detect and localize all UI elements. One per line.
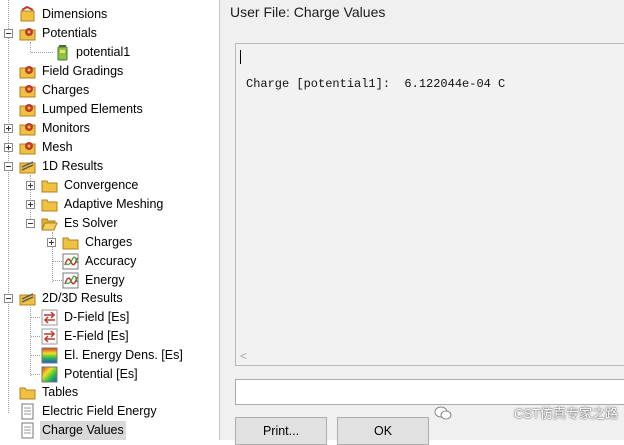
- open-folder-icon: [41, 218, 58, 231]
- expand-toggle[interactable]: [4, 143, 13, 152]
- tree-item-label: potential1: [76, 45, 131, 59]
- charge-output-line: Charge [potential1]: 6.122044e-04 C: [246, 77, 506, 91]
- tree-item-dimensions[interactable]: Dimensions: [0, 5, 219, 24]
- tree-item-label: Mesh: [42, 140, 73, 154]
- gear-folder-icon: [19, 142, 36, 155]
- tree-item-es-charges[interactable]: Charges: [0, 233, 219, 252]
- dimensions-icon: [20, 6, 35, 22]
- tree-item-adaptive-meshing[interactable]: Adaptive Meshing: [0, 195, 219, 214]
- tree-item-charges[interactable]: Charges: [0, 81, 219, 100]
- ok-button[interactable]: OK: [337, 417, 429, 445]
- gear-folder-icon: [19, 85, 36, 98]
- expand-toggle[interactable]: [4, 124, 13, 133]
- tree-item-es-solver[interactable]: Es Solver: [0, 214, 219, 233]
- tree-item-label: Es Solver: [64, 216, 118, 230]
- tree-item-label: Adaptive Meshing: [64, 197, 164, 211]
- tree-item-charge-values[interactable]: Charge Values: [0, 421, 219, 440]
- tree-item-potential-es[interactable]: Potential [Es]: [0, 365, 219, 384]
- tree-item-label: Energy: [85, 273, 125, 287]
- tree-item-el-energy-dens[interactable]: El. Energy Dens. [Es]: [0, 346, 219, 365]
- tree-item-label: 1D Results: [42, 159, 104, 173]
- watermark: CST仿真专家之路: [513, 406, 618, 421]
- tree-item-potentials[interactable]: Potentials: [0, 24, 219, 43]
- scalar-field-icon: [41, 366, 58, 383]
- text-caret: [240, 50, 241, 64]
- vector-field-icon: [41, 328, 58, 345]
- tree-item-label: Potentials: [42, 26, 97, 40]
- tree-item-convergence[interactable]: Convergence: [0, 176, 219, 195]
- folder-icon: [41, 199, 58, 212]
- tree-item-accuracy[interactable]: Accuracy: [0, 252, 219, 271]
- tree-item-label: 2D/3D Results: [42, 291, 123, 305]
- tree-item-label: E-Field [Es]: [64, 329, 129, 343]
- tree-item-energy[interactable]: Energy: [0, 271, 219, 290]
- vector-field-icon: [41, 309, 58, 326]
- tree-item-label: D-Field [Es]: [64, 310, 130, 324]
- collapse-toggle[interactable]: [26, 219, 35, 228]
- output-text-area[interactable]: Charge [potential1]: 6.122044e-04 C <: [235, 43, 624, 366]
- results-icon: [19, 293, 36, 306]
- tree-item-label: Lumped Elements: [42, 102, 143, 116]
- results-icon: [19, 161, 36, 174]
- battery-icon: [57, 45, 68, 61]
- tree-item-label: Dimensions: [42, 7, 108, 21]
- print-button[interactable]: Print...: [235, 417, 327, 445]
- gear-folder-icon: [19, 104, 36, 117]
- potentials-folder-icon: [19, 28, 36, 41]
- tree-item-2d3d-results[interactable]: 2D/3D Results: [0, 289, 219, 308]
- folder-icon: [19, 387, 36, 400]
- gear-folder-icon: [19, 123, 36, 136]
- wechat-icon: [434, 406, 452, 420]
- tree-item-label: Convergence: [64, 178, 139, 192]
- tree-item-field-gradings[interactable]: Field Gradings: [0, 62, 219, 81]
- expand-toggle[interactable]: [47, 238, 56, 247]
- tree-item-label: Potential [Es]: [64, 367, 138, 381]
- tree-item-label: Accuracy: [85, 254, 137, 268]
- tree-item-potential1[interactable]: potential1: [0, 43, 219, 62]
- tree-item-mesh[interactable]: Mesh: [0, 138, 219, 157]
- tree-item-electric-field-energy[interactable]: Electric Field Energy: [0, 402, 219, 421]
- horizontal-scrollbar[interactable]: <: [236, 348, 624, 365]
- collapse-toggle[interactable]: [4, 294, 13, 303]
- tree-item-monitors[interactable]: Monitors: [0, 119, 219, 138]
- tree-item-label: Charges: [85, 235, 133, 249]
- scroll-left-arrow-icon[interactable]: <: [240, 348, 247, 365]
- tree-item-label: Tables: [42, 385, 79, 399]
- folder-icon: [41, 180, 58, 193]
- tree-item-label: Charges: [42, 83, 90, 97]
- navigation-tree: Dimensions Potentials potential1 Field G…: [0, 0, 219, 440]
- collapse-toggle[interactable]: [4, 29, 13, 38]
- tree-item-lumped-elements[interactable]: Lumped Elements: [0, 100, 219, 119]
- tree-item-label: Charge Values: [40, 421, 126, 440]
- tree-item-d-field[interactable]: D-Field [Es]: [0, 308, 219, 327]
- gear-folder-icon: [19, 66, 36, 79]
- folder-icon: [62, 237, 79, 250]
- tree-item-tables[interactable]: Tables: [0, 383, 219, 402]
- collapse-toggle[interactable]: [4, 162, 13, 171]
- panel-title: User File: Charge Values: [230, 4, 386, 20]
- tree-item-label: Field Gradings: [42, 64, 124, 78]
- tree-item-label: Electric Field Energy: [42, 404, 157, 418]
- plot-icon: [62, 253, 79, 270]
- document-icon: [21, 403, 34, 420]
- expand-toggle[interactable]: [26, 200, 35, 209]
- tree-item-1d-results[interactable]: 1D Results: [0, 157, 219, 176]
- tree-item-label: Monitors: [42, 121, 90, 135]
- document-icon: [21, 422, 34, 439]
- plot-icon: [62, 272, 79, 289]
- tree-item-label: El. Energy Dens. [Es]: [64, 348, 183, 362]
- tree-item-e-field[interactable]: E-Field [Es]: [0, 327, 219, 346]
- scalar-field-icon: [41, 347, 58, 364]
- user-file-panel: User File: Charge Values Charge [potenti…: [220, 0, 624, 445]
- command-input[interactable]: [235, 379, 624, 405]
- expand-toggle[interactable]: [26, 181, 35, 190]
